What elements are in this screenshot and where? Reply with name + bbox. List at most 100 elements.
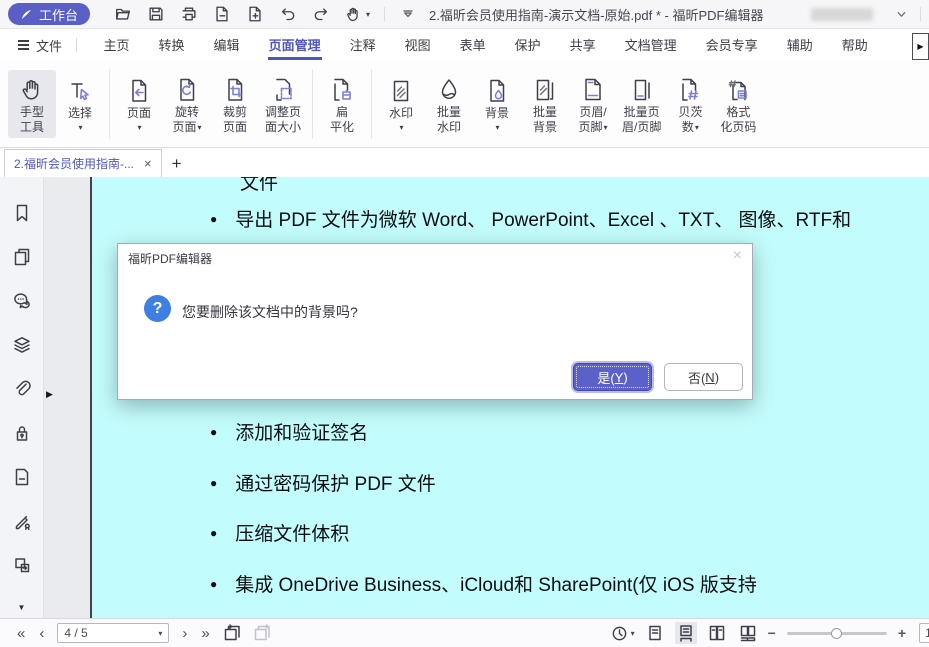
pen-icon bbox=[20, 8, 33, 21]
attachments-icon[interactable] bbox=[12, 379, 32, 399]
window-title: 2.福昕会员使用指南-演示文档-原始.pdf * - 福昕PDF编辑器 bbox=[429, 5, 763, 24]
user-account-blurred[interactable] bbox=[811, 8, 873, 21]
last-page-button[interactable]: » bbox=[201, 625, 209, 642]
toolbar-label: 批量 bbox=[533, 105, 557, 119]
zoom-in-button[interactable]: + bbox=[898, 625, 906, 641]
print-icon[interactable] bbox=[180, 5, 198, 23]
undo-icon[interactable] bbox=[279, 5, 297, 23]
yes-button-key: Y bbox=[615, 370, 624, 385]
next-view-button[interactable] bbox=[253, 624, 271, 642]
page-number-select[interactable]: 4 / 5 ▾ bbox=[57, 623, 169, 643]
toolbar-background[interactable]: 背景▾ bbox=[473, 71, 521, 137]
toolbar-select[interactable]: 选择▾ bbox=[56, 71, 104, 137]
save-icon[interactable] bbox=[147, 5, 165, 23]
toolbar-bates-number[interactable]: 贝茨数▾ bbox=[666, 70, 714, 138]
account-dropdown-icon[interactable] bbox=[895, 8, 908, 21]
doc-bullet-text: 导出 PDF 文件为微软 Word、 PowerPoint、Excel 、TXT… bbox=[235, 205, 851, 232]
toolbar-batch-header-footer[interactable]: 批量页眉/页脚 bbox=[617, 70, 666, 138]
menu-accessibility[interactable]: 辅助 bbox=[786, 31, 814, 60]
menu-page-management[interactable]: 页面管理 bbox=[268, 31, 322, 60]
hand-tool-icon bbox=[19, 75, 45, 105]
signature-icon[interactable] bbox=[12, 511, 32, 531]
menu-file[interactable]: 文件 bbox=[18, 29, 62, 61]
toolbar-batch-background[interactable]: 批量背景 bbox=[521, 70, 569, 138]
toolbar-watermark[interactable]: 水印▾ bbox=[377, 71, 425, 137]
bookmark-icon[interactable] bbox=[12, 203, 32, 223]
no-button-text: ) bbox=[715, 370, 719, 385]
toolbar-label: 手型 bbox=[20, 105, 44, 119]
menu-comment[interactable]: 注释 bbox=[349, 31, 377, 60]
toolbar-crop-pages[interactable]: 裁剪页面 bbox=[211, 70, 259, 138]
page-icon bbox=[126, 76, 152, 106]
open-file-icon[interactable] bbox=[114, 5, 132, 23]
menu-member-exclusive[interactable]: 会员专享 bbox=[705, 31, 759, 60]
menu-home[interactable]: 主页 bbox=[103, 31, 131, 60]
toolbar-header-footer[interactable]: 页眉/页脚▾ bbox=[569, 70, 617, 138]
status-bar: « ‹ 4 / 5 ▾ › » ▾ − + bbox=[0, 618, 929, 647]
panel-expander-icon[interactable]: ▶ bbox=[46, 389, 53, 400]
page-add-icon[interactable] bbox=[246, 5, 264, 23]
security-icon[interactable] bbox=[12, 423, 32, 443]
page-thumbnails-icon[interactable] bbox=[12, 247, 32, 267]
zoom-mode-button[interactable]: ▾ bbox=[611, 625, 635, 642]
toolbar-label: 贝茨 bbox=[678, 105, 702, 119]
menu-convert[interactable]: 转换 bbox=[158, 31, 186, 60]
linked-pages-icon[interactable] bbox=[12, 555, 32, 575]
toolbar-page[interactable]: 页面▾ bbox=[115, 71, 163, 137]
yes-button-text: ) bbox=[623, 370, 627, 385]
menu-share[interactable]: 共享 bbox=[569, 31, 597, 60]
yes-button[interactable]: 是(Y) bbox=[573, 363, 652, 391]
titlebar-separator-right bbox=[920, 7, 921, 21]
bullet-icon: ● bbox=[210, 577, 217, 591]
destinations-icon[interactable] bbox=[12, 467, 32, 487]
toolbar-flatten[interactable]: 扁平化 bbox=[318, 70, 366, 138]
redo-icon[interactable] bbox=[312, 5, 330, 23]
toolbar-resize-pages[interactable]: 调整页面大小 bbox=[259, 70, 307, 138]
panel-more-icon[interactable]: ▼ bbox=[18, 603, 26, 612]
first-page-button[interactable]: « bbox=[17, 625, 25, 642]
menu-form[interactable]: 表单 bbox=[459, 31, 487, 60]
toolbar-label: 数 bbox=[682, 120, 694, 134]
previous-view-button[interactable] bbox=[223, 624, 241, 642]
menu-help[interactable]: 帮助 bbox=[841, 31, 869, 60]
facing-view-button[interactable] bbox=[706, 622, 728, 644]
zoom-out-button[interactable]: − bbox=[768, 625, 776, 641]
zoom-percent-field[interactable]: 1 bbox=[919, 623, 929, 643]
next-page-button[interactable]: › bbox=[182, 625, 187, 642]
hand-tool-quick-icon[interactable]: ▾ bbox=[345, 6, 370, 23]
rotate-pages-icon bbox=[174, 75, 200, 105]
toolbar-batch-watermark[interactable]: 批量水印 bbox=[425, 70, 473, 138]
workspace-label: 工作台 bbox=[39, 5, 78, 24]
toolbar-format-page-number[interactable]: 格式化页码 bbox=[714, 70, 762, 138]
toolbar-hand-tool[interactable]: 手型工具 bbox=[8, 70, 56, 138]
document-tab[interactable]: 2.福昕会员使用指南-... × bbox=[4, 149, 162, 177]
dialog-close-icon[interactable]: × bbox=[733, 247, 742, 265]
workspace-button[interactable]: 工作台 bbox=[8, 3, 90, 25]
continuous-view-button[interactable] bbox=[675, 622, 697, 644]
collapse-toolbar-icon[interactable] bbox=[401, 7, 415, 21]
single-page-view-button[interactable] bbox=[644, 622, 666, 644]
bullet-icon: ● bbox=[210, 476, 217, 490]
previous-page-button[interactable]: ‹ bbox=[39, 625, 44, 642]
layers-icon[interactable] bbox=[12, 335, 32, 355]
menu-view[interactable]: 视图 bbox=[404, 31, 432, 60]
menu-protect[interactable]: 保护 bbox=[514, 31, 542, 60]
dropdown-caret: ▾ bbox=[604, 123, 608, 132]
menu-edit[interactable]: 编辑 bbox=[213, 31, 241, 60]
menu-document-management[interactable]: 文档管理 bbox=[624, 31, 678, 60]
toolbar-label: 背景 bbox=[485, 106, 509, 120]
no-button[interactable]: 否(N) bbox=[664, 363, 743, 391]
toolbar-label: 批量 bbox=[437, 105, 461, 119]
comments-icon[interactable] bbox=[12, 291, 32, 311]
toolbar-label: 扁 bbox=[336, 105, 348, 119]
toolbar-rotate-pages[interactable]: 旋转页面▾ bbox=[163, 70, 211, 138]
no-button-text: 否( bbox=[688, 368, 705, 387]
zoom-slider[interactable] bbox=[787, 626, 887, 640]
tab-close-icon[interactable]: × bbox=[144, 157, 152, 170]
zoom-slider-knob[interactable] bbox=[831, 628, 842, 639]
menu-overflow-button[interactable]: ▶ bbox=[912, 33, 929, 60]
facing-continuous-view-button[interactable] bbox=[737, 622, 759, 644]
new-tab-button[interactable]: + bbox=[162, 150, 192, 177]
zoom-percent-value: 1 bbox=[925, 626, 929, 640]
page-remove-icon[interactable] bbox=[213, 5, 231, 23]
